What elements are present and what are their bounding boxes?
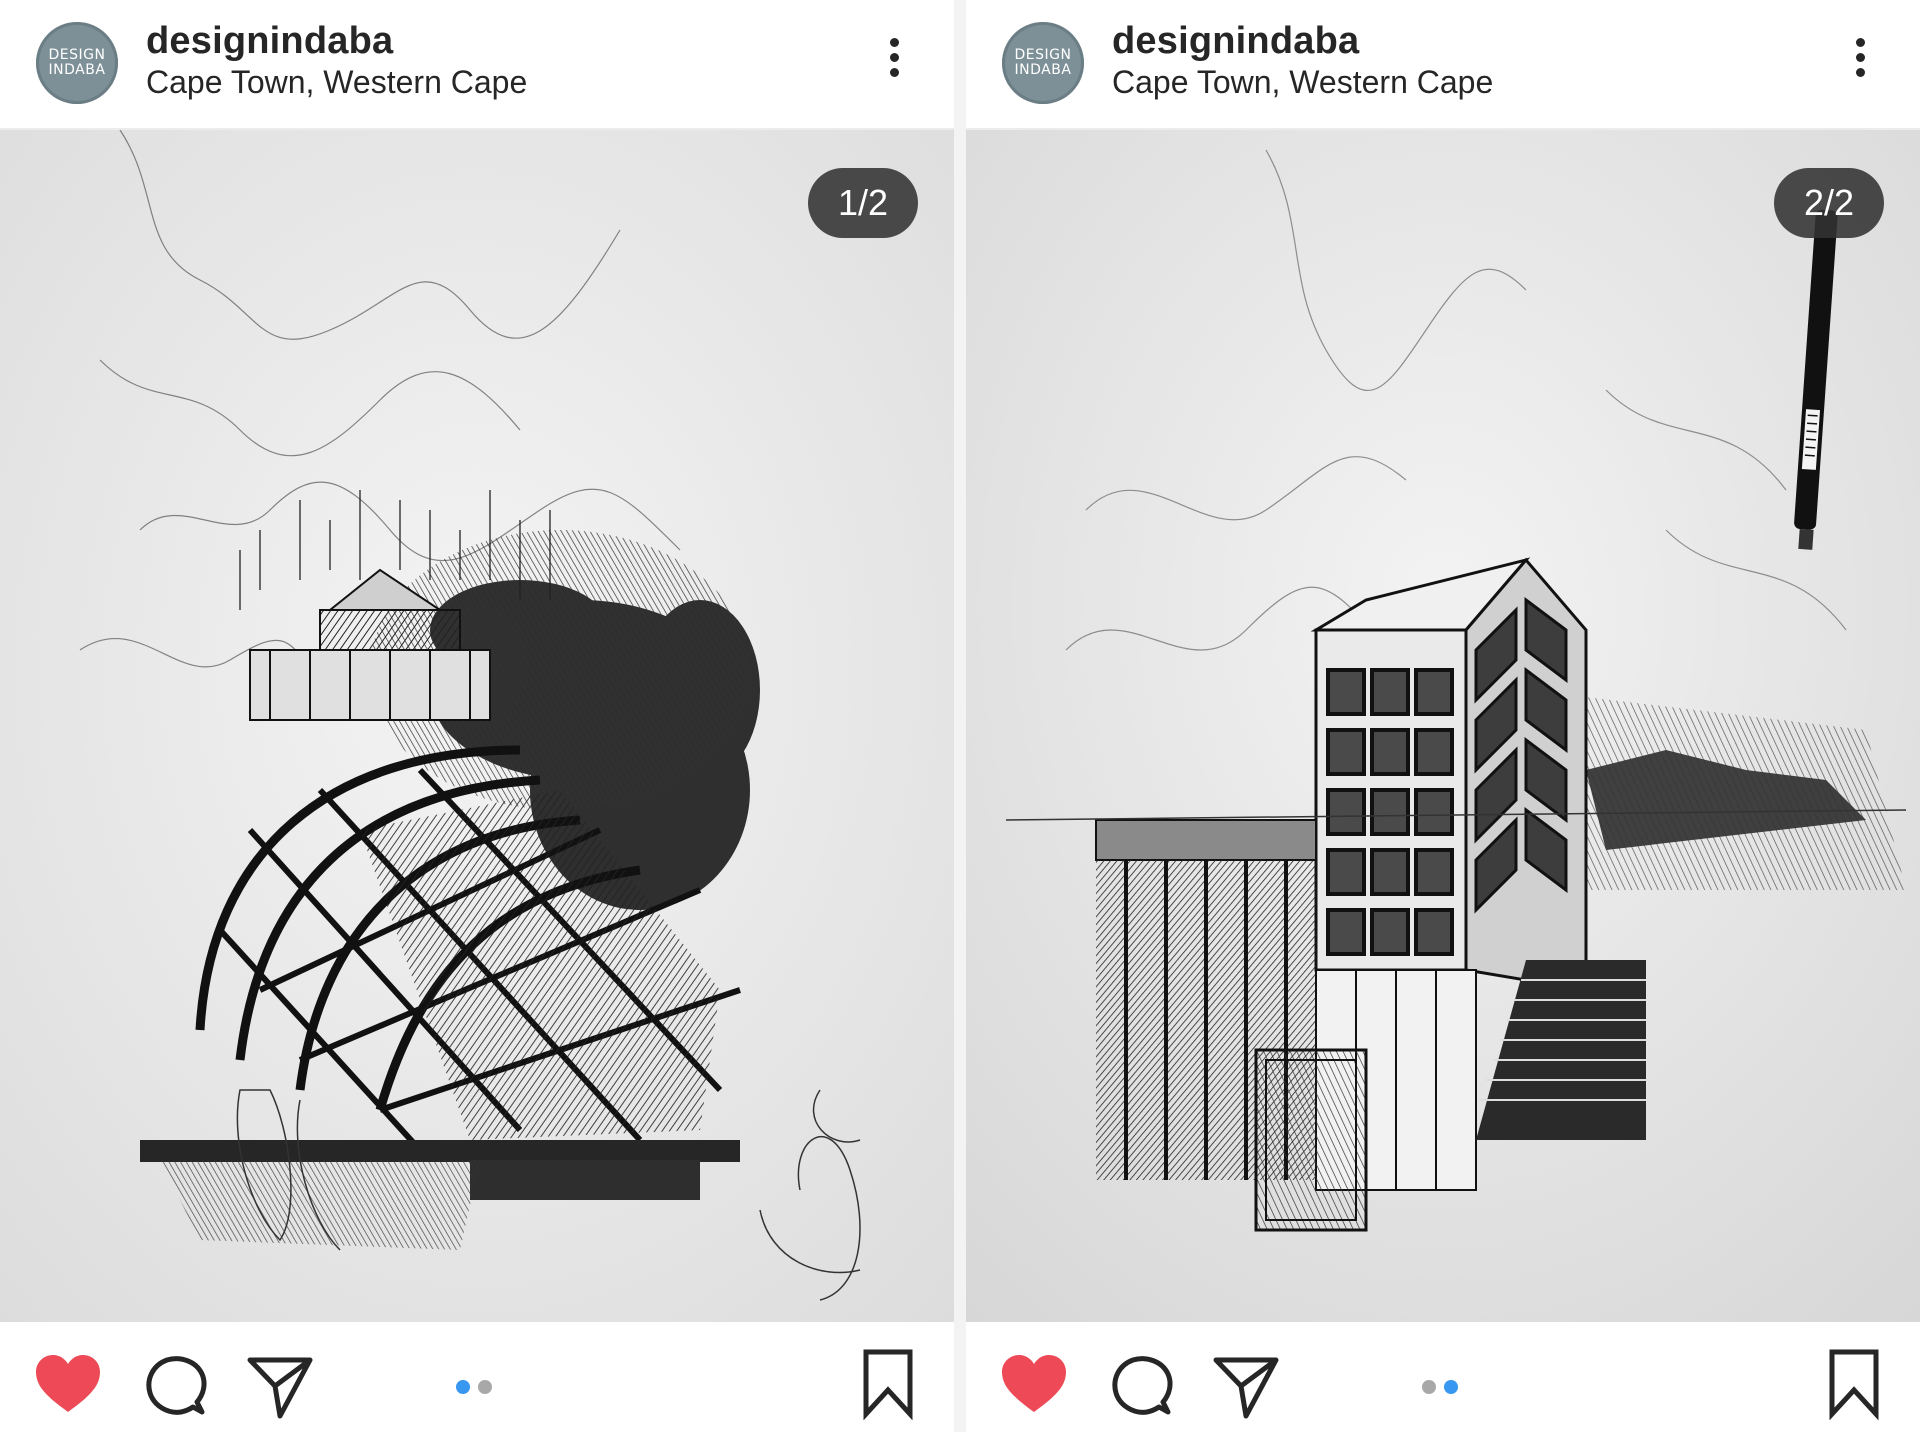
sketch-greenhouse-drawing: [0, 130, 954, 1322]
avatar-line-1: DESIGN: [1014, 47, 1072, 63]
carousel-dot-active: [456, 1380, 470, 1394]
avatar-line-2: INDABA: [1014, 62, 1072, 78]
heart-icon: [1002, 1355, 1066, 1412]
comment-button[interactable]: [1106, 1350, 1178, 1422]
media-counter: 2/2: [1774, 168, 1884, 238]
location[interactable]: Cape Town, Western Cape: [146, 64, 527, 101]
comment-button[interactable]: [140, 1350, 212, 1422]
bookmark-icon: [863, 1349, 913, 1421]
heart-icon: [36, 1355, 100, 1412]
avatar-line-2: INDABA: [48, 62, 106, 78]
save-button[interactable]: [1818, 1348, 1890, 1421]
like-button[interactable]: [998, 1350, 1070, 1422]
send-icon: [1213, 1357, 1279, 1419]
save-button[interactable]: [852, 1348, 924, 1421]
username[interactable]: designindaba: [1112, 20, 1359, 63]
carousel-indicator: [1418, 1380, 1468, 1394]
avatar-line-1: DESIGN: [48, 47, 106, 63]
post-left: DESIGN INDABA designindaba Cape Town, We…: [0, 0, 954, 1432]
action-bar: [0, 1322, 954, 1432]
instagram-comparison: DESIGN INDABA designindaba Cape Town, We…: [0, 0, 1920, 1432]
comment-icon: [1112, 1356, 1173, 1415]
avatar[interactable]: DESIGN INDABA: [1002, 22, 1084, 104]
carousel-dot: [478, 1380, 492, 1394]
share-button[interactable]: [1210, 1350, 1282, 1422]
carousel-dot: [1422, 1380, 1436, 1394]
sketch-silo-building-drawing: [966, 130, 1920, 1322]
media-counter: 1/2: [808, 168, 918, 238]
username[interactable]: designindaba: [146, 20, 393, 63]
like-button[interactable]: [32, 1350, 104, 1422]
post-header: DESIGN INDABA designindaba Cape Town, We…: [0, 0, 954, 130]
carousel-dot-active: [1444, 1380, 1458, 1394]
location[interactable]: Cape Town, Western Cape: [1112, 64, 1493, 101]
action-bar: [966, 1322, 1920, 1432]
more-options-icon[interactable]: [1850, 38, 1870, 86]
post-image[interactable]: [0, 130, 954, 1322]
bookmark-icon: [1829, 1349, 1879, 1421]
comment-icon: [146, 1356, 207, 1415]
share-button[interactable]: [244, 1350, 316, 1422]
post-image[interactable]: [966, 130, 1920, 1322]
carousel-indicator: [452, 1380, 502, 1394]
more-options-icon[interactable]: [884, 38, 904, 86]
post-header: DESIGN INDABA designindaba Cape Town, We…: [966, 0, 1920, 130]
avatar[interactable]: DESIGN INDABA: [36, 22, 118, 104]
send-icon: [247, 1357, 313, 1419]
divider: [954, 0, 966, 1432]
post-right: DESIGN INDABA designindaba Cape Town, We…: [966, 0, 1920, 1432]
